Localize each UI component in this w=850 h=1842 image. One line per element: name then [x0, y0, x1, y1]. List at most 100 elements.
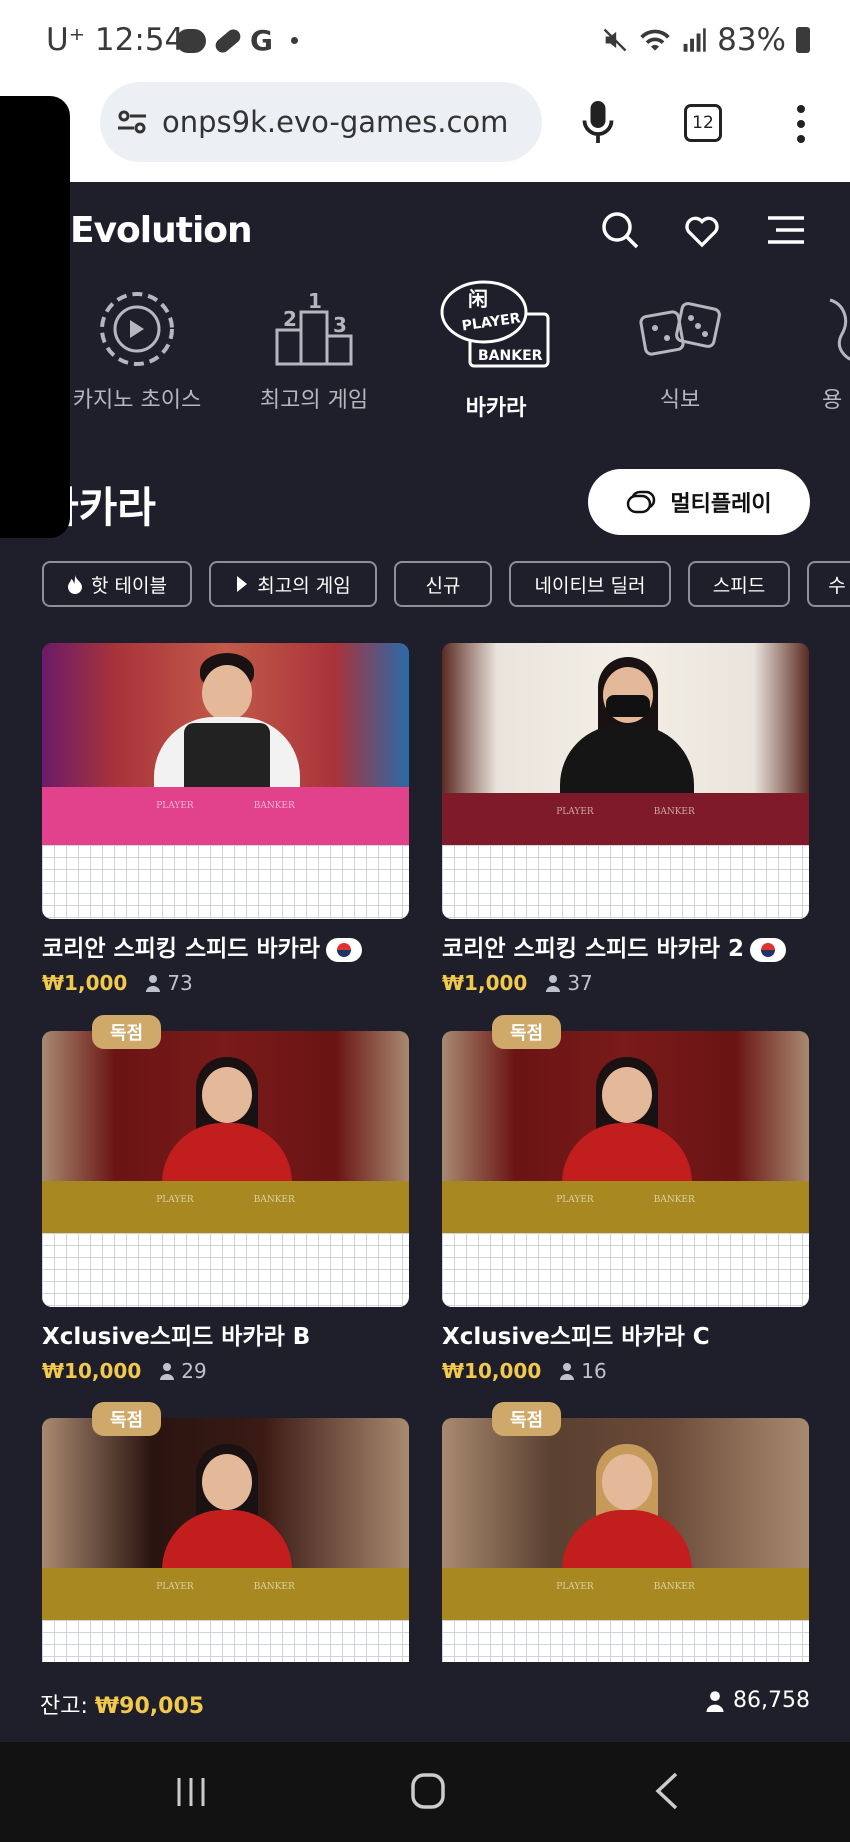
game-thumbnail[interactable]: PLAYER BANKER	[442, 1031, 809, 1307]
category-casino-choice[interactable]: 카지노 초이스	[62, 290, 212, 414]
player-count-icon	[560, 1363, 575, 1380]
exclusive-badge: 독점	[492, 1402, 562, 1436]
game-thumbnail[interactable]: PLAYER BANKER	[42, 1418, 409, 1662]
table-label-player: PLAYER	[556, 1195, 594, 1205]
battery-percent: 83%	[717, 22, 786, 58]
game-card[interactable]: 독점 PLAYER BANKER Xclusive스피드 바카라 C ₩10,00…	[442, 1015, 809, 1383]
category-baccarat[interactable]: BANKER 闲 PLAYER 바카라	[436, 280, 556, 422]
roadmap-grid	[42, 1233, 409, 1307]
game-card[interactable]: PLAYER BANKER 코리안 스피킹 스피드 바카라 2 ₩1,000 37	[442, 643, 809, 995]
game-card[interactable]: 독점 PLAYER BANKER Xclusive스피드 바카라 B ₩10,00…	[42, 1015, 409, 1383]
pill-icon	[212, 26, 244, 55]
url-text[interactable]: onps9k.evo-games.com	[162, 105, 532, 139]
game-thumbnail[interactable]: PLAYER BANKER	[442, 1418, 809, 1662]
menu-icon[interactable]	[766, 210, 806, 250]
play-chevron-icon	[237, 576, 248, 592]
bet-limit: ₩10,000	[442, 1359, 542, 1383]
filter-more[interactable]: 수	[807, 561, 850, 607]
baccarat-table: PLAYER BANKER	[42, 1181, 409, 1233]
battery-icon	[796, 27, 810, 53]
exclusive-badge: 독점	[92, 1402, 162, 1436]
dealer-figure	[202, 1067, 252, 1123]
game-title: 코리안 스피킹 스피드 바카라	[42, 929, 409, 963]
filter-top-games[interactable]: 최고의 게임	[209, 561, 377, 607]
table-label-player: PLAYER	[156, 801, 194, 811]
svg-text:2: 2	[283, 307, 297, 331]
status-bar: U⁺ 12:54 G 83%	[0, 0, 850, 82]
balance-footer: 잔고: ₩90,005 86,758	[0, 1682, 850, 1742]
home-icon[interactable]	[410, 1772, 446, 1810]
svg-text:闲: 闲	[468, 287, 488, 311]
baccarat-icon: BANKER闲PLAYER	[440, 280, 550, 368]
filter-native-dealer[interactable]: 네이티브 딜러	[509, 561, 671, 607]
game-thumbnail[interactable]: PLAYER BANKER	[42, 1031, 409, 1307]
roadmap-grid	[442, 1233, 809, 1307]
multiplay-button[interactable]: 멀티플레이	[588, 469, 810, 535]
svg-text:1: 1	[308, 290, 322, 313]
svg-text:BANKER: BANKER	[478, 348, 543, 364]
favorites-heart-icon[interactable]	[682, 210, 722, 250]
filter-hot-tables[interactable]: 핫 테이블	[42, 561, 192, 607]
online-count: 86,758	[733, 1688, 810, 1713]
site-settings-icon[interactable]	[116, 108, 148, 136]
back-icon[interactable]	[654, 1772, 680, 1810]
table-label-player: PLAYER	[556, 807, 594, 817]
bet-limit: ₩1,000	[442, 971, 528, 995]
brand-logo[interactable]: Evolution	[70, 210, 253, 251]
category-sicbo[interactable]: 식보	[630, 290, 730, 414]
multiplay-icon	[627, 490, 656, 514]
game-card[interactable]: 독점 PLAYER BANKER	[442, 1402, 809, 1662]
game-card[interactable]: 독점 PLAYER BANKER	[42, 1402, 409, 1662]
dice-icon	[639, 302, 721, 356]
bet-limit: ₩1,000	[42, 971, 128, 995]
table-label-banker: BANKER	[253, 1195, 295, 1205]
flame-icon	[68, 575, 83, 594]
side-overlay	[0, 96, 70, 538]
dealer-figure	[602, 1067, 652, 1123]
player-count-icon	[546, 975, 561, 992]
status-time: U⁺ 12:54	[46, 22, 185, 58]
table-label-banker: BANKER	[653, 1195, 695, 1205]
game-title: Xclusive스피드 바카라 C	[442, 1324, 710, 1350]
table-label-player: PLAYER	[156, 1582, 194, 1592]
system-nav-bar	[0, 1742, 850, 1842]
player-count: 16	[581, 1359, 607, 1383]
talk-icon	[176, 28, 206, 53]
table-label-banker: BANKER	[253, 1582, 295, 1592]
filter-speed[interactable]: 스피드	[688, 561, 790, 607]
player-count: 37	[567, 971, 593, 995]
category-dragon[interactable]: 용	[822, 290, 850, 414]
roadmap-grid	[442, 845, 809, 919]
tab-switcher-button[interactable]: 12	[684, 104, 722, 142]
player-count-icon	[146, 975, 161, 992]
game-thumbnail[interactable]: PLAYER BANKER	[442, 643, 809, 919]
balance: 잔고: ₩90,005	[40, 1694, 205, 1719]
table-label-banker: BANKER	[653, 1582, 695, 1592]
wifi-icon	[640, 29, 670, 51]
game-card[interactable]: PLAYER BANKER 코리안 스피킹 스피드 바카라 ₩1,000 73	[42, 643, 409, 995]
signal-icon	[683, 28, 706, 52]
category-top-games[interactable]: 123 최고의 게임	[244, 289, 384, 414]
game-title: 코리안 스피킹 스피드 바카라 2	[442, 929, 809, 963]
recent-apps-icon[interactable]	[174, 1776, 208, 1808]
player-count-icon	[160, 1363, 175, 1380]
microphone-icon[interactable]	[580, 98, 616, 146]
search-icon[interactable]	[600, 210, 640, 250]
game-thumbnail[interactable]: PLAYER BANKER	[42, 643, 409, 919]
baccarat-table: PLAYER BANKER	[442, 1181, 809, 1233]
more-menu-icon[interactable]	[796, 104, 806, 144]
filter-new[interactable]: 신규	[394, 561, 492, 607]
player-count-icon	[706, 1690, 724, 1712]
roadmap-grid	[42, 1620, 409, 1662]
game-title: Xclusive스피드 바카라 B	[42, 1324, 311, 1350]
online-players: 86,758	[705, 1688, 810, 1713]
korea-flag-icon	[325, 937, 362, 962]
bet-limit: ₩10,000	[42, 1359, 142, 1383]
filter-chips: 핫 테이블 최고의 게임 신규 네이티브 딜러 스피드 수	[42, 561, 850, 607]
table-label-player: PLAYER	[556, 1582, 594, 1592]
roadmap-grid	[42, 845, 409, 919]
dealer-figure	[202, 665, 252, 721]
address-bar[interactable]: onps9k.evo-games.com	[100, 82, 542, 162]
exclusive-badge: 독점	[492, 1015, 562, 1049]
baccarat-table: PLAYER BANKER	[42, 1568, 409, 1620]
